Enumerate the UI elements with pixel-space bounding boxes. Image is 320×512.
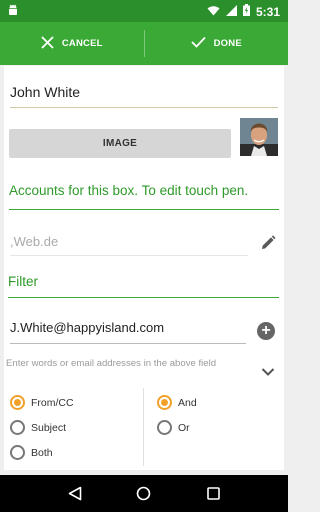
radio-subject[interactable]: Subject <box>10 420 66 435</box>
email-input[interactable]: J.White@happyisland.com <box>10 316 246 344</box>
radio-from-cc[interactable]: From/CC <box>10 395 74 410</box>
system-nav-bar <box>0 475 288 512</box>
name-input[interactable]: John White <box>10 82 278 108</box>
action-bar: CANCEL DONE <box>0 22 288 65</box>
add-filter-icon[interactable]: + <box>257 322 275 340</box>
filter-section-label: Filter <box>8 271 279 298</box>
avatar[interactable] <box>240 118 278 156</box>
recents-icon[interactable] <box>198 479 228 509</box>
radio-label: Subject <box>31 421 67 434</box>
close-icon <box>41 35 54 52</box>
android-icon <box>7 4 19 20</box>
signal-icon <box>225 4 237 19</box>
check-icon <box>190 36 206 51</box>
match-logic-group: And Or <box>145 388 284 466</box>
radio-both[interactable]: Both <box>10 445 53 460</box>
radio-label: Both <box>31 446 53 459</box>
radio-unselected-icon <box>157 420 172 435</box>
done-label: DONE <box>213 38 242 49</box>
clock: 5:31 <box>255 4 280 19</box>
radio-label: Or <box>178 421 190 434</box>
radio-label: And <box>178 396 197 409</box>
radio-and[interactable]: And <box>157 395 197 410</box>
wifi-icon <box>207 5 220 19</box>
cancel-button[interactable]: CANCEL <box>0 22 144 65</box>
back-icon[interactable] <box>60 479 90 509</box>
radio-selected-icon <box>10 395 25 410</box>
home-icon[interactable] <box>129 479 159 509</box>
accounts-edit-hint[interactable]: Accounts for this box. To edit touch pen… <box>9 180 279 210</box>
radio-label: From/CC <box>31 396 74 409</box>
battery-icon <box>242 4 250 19</box>
done-button[interactable]: DONE <box>145 22 289 65</box>
status-bar: 5:31 <box>0 0 288 22</box>
edit-box-form: John White IMAGE Accounts for this box. … <box>4 66 284 470</box>
image-button[interactable]: IMAGE <box>9 129 231 158</box>
filter-hint-text: Enter words or email addresses in the ab… <box>6 358 217 369</box>
account-domain-field: ,Web.de <box>10 230 248 256</box>
cancel-label: CANCEL <box>61 38 103 49</box>
radio-unselected-icon <box>10 445 25 460</box>
radio-selected-icon <box>157 395 172 410</box>
radio-or[interactable]: Or <box>157 420 190 435</box>
chevron-down-icon[interactable] <box>261 364 275 376</box>
pencil-icon[interactable] <box>259 234 277 252</box>
radio-unselected-icon <box>10 420 25 435</box>
match-field-group: From/CC Subject Both <box>4 388 144 466</box>
